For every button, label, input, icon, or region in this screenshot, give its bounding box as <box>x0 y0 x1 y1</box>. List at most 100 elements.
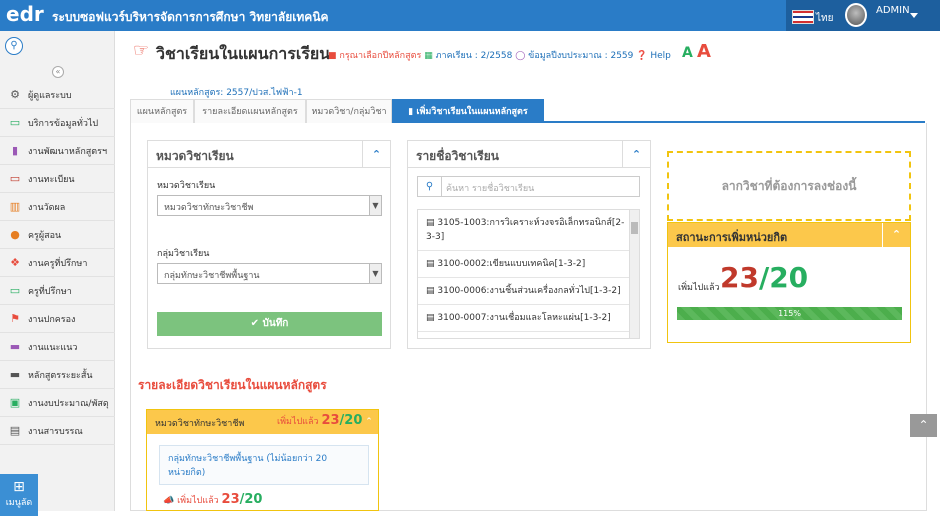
subject-item-label: 3100-0007:งานเชื่อมและโลหะแผ่น[1-3-2] <box>437 313 611 323</box>
collapse-sidebar-icon[interactable]: « <box>52 66 64 78</box>
sidebar-item-label: งานงบประมาณ/พัสดุ <box>28 398 109 409</box>
tab-curriculum[interactable]: แผนหลักสูตร <box>130 99 194 123</box>
sidebar-item[interactable]: ▥ งานวัดผล <box>0 193 115 221</box>
sidebar-item[interactable]: ▭ งานทะเบียน <box>0 165 115 193</box>
quick-menu-button[interactable]: ⊞ เมนูลัด <box>0 474 38 516</box>
sidebar-item[interactable]: ● ครูผู้สอน <box>0 221 115 249</box>
sidebar-item-label: ครูที่ปรึกษา <box>28 286 72 297</box>
calendar-icon: ▦ <box>424 51 433 61</box>
tab-add-subjects[interactable]: ▮ เพิ่มวิชาเรียนในแผนหลักสูตร <box>392 99 544 123</box>
save-button[interactable]: ✔ บันทึก <box>157 312 382 336</box>
chevron-up-icon[interactable]: ⌃ <box>362 141 390 168</box>
book-icon: ▤ <box>426 259 438 269</box>
user-name[interactable]: ADMIN <box>876 5 910 16</box>
category-label: หมวดวิชาเรียน <box>157 181 216 191</box>
sidebar-item[interactable]: ▭ ครูที่ปรึกษา <box>0 277 115 305</box>
user-icon: ● <box>10 227 20 241</box>
laptop-icon: ▭ <box>9 283 21 297</box>
sidebar-item-label: ผู้ดูแลระบบ <box>28 90 72 101</box>
sidebar-item[interactable]: ▭ บริการข้อมูลทั่วไป <box>0 109 115 137</box>
subject-item[interactable]: ▤ 3105-1003:การวิเคราะห์วงจรอิเล็กทรอนิก… <box>418 210 639 251</box>
search-placeholder: ค้นหา รายชื่อวิชาเรียน <box>446 184 535 194</box>
drop-zone[interactable]: ลากวิชาที่ต้องการลงช่องนี้ <box>667 151 911 221</box>
subject-item-label: 3100-0002:เขียนแบบเทคนิค[1-3-2] <box>437 259 586 269</box>
subject-item[interactable]: ▤ 3100-0002:เขียนแบบเทคนิค[1-3-2] <box>418 251 639 278</box>
hand-pointer-icon: ☞ <box>133 40 150 61</box>
briefcase-icon: ▬ <box>9 367 21 381</box>
help-icon: ❓ <box>636 51 648 61</box>
added-label: เพิ่มไปแล้ว <box>678 283 720 293</box>
help-link[interactable]: Help <box>650 51 671 61</box>
sidebar-item[interactable]: ⚑ งานปกครอง <box>0 305 115 333</box>
subject-item[interactable]: ▤ 3100-0006:งานชิ้นส่วนเครื่องกลทั่วไป[1… <box>418 278 639 305</box>
font-size-large-button[interactable]: A <box>697 41 711 62</box>
search-icon: ⚲ <box>418 177 442 196</box>
semester-label: ภาคเรียน : 2/2558 <box>435 51 513 61</box>
language-label[interactable]: ไทย <box>816 11 833 26</box>
scroll-to-top-button[interactable]: ⌃ <box>910 414 937 437</box>
dropdown-arrow-icon: ▼ <box>369 264 381 283</box>
category-select[interactable]: หมวดวิชาทักษะวิชาชีพ ▼ <box>157 195 382 216</box>
sidebar-item[interactable]: ❖ งานครูที่ปรึกษา <box>0 249 115 277</box>
scrollbar[interactable] <box>629 210 639 338</box>
sidebar-item-label: งานแนะแนว <box>28 342 78 353</box>
book-icon: ▤ <box>426 218 438 228</box>
credit-count: 23/20 <box>720 261 808 294</box>
subject-list[interactable]: ▤ 3105-1003:การวิเคราะห์วงจรอิเล็กทรอนิก… <box>417 209 640 339</box>
credit-status-title: สถานะการเพิ่มหน่วยกิต ⌃ <box>668 223 910 247</box>
tab-curriculum-details[interactable]: รายละเอียดแผนหลักสูตร <box>194 99 306 123</box>
credit-status-panel: สถานะการเพิ่มหน่วยกิต ⌃ เพิ่มไปแล้ว 23/2… <box>667 222 911 343</box>
top-bar: edr ระบบซอฟแวร์บริหารจัดการการศึกษา วิทย… <box>0 0 940 31</box>
credit-required: 20 <box>769 261 809 294</box>
avatar[interactable] <box>845 3 867 27</box>
font-size-small-button[interactable]: A <box>682 45 693 61</box>
save-label: บันทึก <box>262 318 289 329</box>
chevron-up-icon[interactable]: ⌃ <box>882 223 910 247</box>
book-icon: ■ <box>328 51 337 61</box>
screen-icon: ▭ <box>9 171 21 185</box>
archive-icon: ▤ <box>9 423 21 437</box>
money-icon: ▣ <box>9 395 21 409</box>
page-title: วิชาเรียนในแผนการเรียน <box>156 44 331 63</box>
subgroup-label[interactable]: กลุ่มทักษะวิชาชีพพื้นฐาน (ไม่น้อยกว่า 20… <box>159 445 369 485</box>
sidebar-item[interactable]: ▮ งานพัฒนาหลักสูตรฯ <box>0 137 115 165</box>
sidebar: ⚲ « ⚙ ผู้ดูแลระบบ ▭ บริการข้อมูลทั่วไป ▮ งานพ… <box>0 31 115 516</box>
dropdown-arrow-icon: ▼ <box>369 196 381 215</box>
app-logo: edr <box>6 3 44 25</box>
chevron-down-icon[interactable] <box>910 13 918 18</box>
sidebar-item[interactable]: ▬ งานแนะแนว <box>0 333 115 361</box>
search-icon[interactable]: ⚲ <box>5 37 23 55</box>
sidebar-item-label: งานปกครอง <box>28 314 76 325</box>
group-added-label: เพิ่มไปแล้ว <box>277 417 319 427</box>
subject-item[interactable]: ▤ 3100-0007:งานเชื่อมและโลหะแผ่น[1-3-2] <box>418 305 639 332</box>
sidebar-item[interactable]: ▬ หลักสูตรระยะสั้น <box>0 361 115 389</box>
tab-subject-groups[interactable]: หมวดวิชา/กลุ่มวิชา <box>306 99 392 123</box>
curriculum-label: แผนหลักสูตร: 2557/ปวส.ไฟฟ้า-1 <box>170 88 303 98</box>
budget-year-label: ข้อมูลปีงบประมาณ : 2559 <box>528 51 634 61</box>
sidebar-item[interactable]: ▤ งานสารบรรณ <box>0 417 115 445</box>
subject-search-input[interactable]: ⚲ ค้นหา รายชื่อวิชาเรียน <box>417 176 640 197</box>
sidebar-item-label: งานวัดผล <box>28 202 66 213</box>
choose-curriculum-link[interactable]: กรุณาเลือกปีหลักสูตร <box>339 51 421 61</box>
sidebar-item-label: งานพัฒนาหลักสูตรฯ <box>28 146 107 157</box>
subject-panel: รายชื่อวิชาเรียน ⌃ ⚲ ค้นหา รายชื่อวิชาเร… <box>407 140 651 349</box>
monitor-icon: ▭ <box>9 115 21 129</box>
book-icon: ▮ <box>11 143 19 157</box>
tab-bar: แผนหลักสูตร รายละเอียดแผนหลักสูตร หมวดวิ… <box>130 99 925 123</box>
cog-icon: ⚙ <box>10 87 20 101</box>
sidebar-item[interactable]: ▣ งานงบประมาณ/พัสดุ <box>0 389 115 417</box>
category-panel-title: หมวดวิชาเรียน <box>148 141 390 168</box>
briefcase-icon: ▬ <box>9 339 21 353</box>
credit-separator: / <box>758 261 770 294</box>
sidebar-item-label: งานครูที่ปรึกษา <box>28 258 88 269</box>
group-select[interactable]: กลุ่มทักษะวิชาชีพพื้นฐาน ▼ <box>157 263 382 284</box>
megaphone-icon: 📣 <box>163 496 175 506</box>
chevron-up-icon[interactable]: ⌃ <box>622 141 650 168</box>
sidebar-item-label: ครูผู้สอน <box>28 230 62 241</box>
scrollbar-thumb[interactable] <box>631 222 638 234</box>
chevron-up-icon[interactable]: ⌃ <box>360 410 378 434</box>
subgroup-added-count: 23 <box>221 492 240 507</box>
sidebar-item[interactable]: ⚙ ผู้ดูแลระบบ <box>0 81 115 109</box>
thai-flag-icon[interactable] <box>792 10 814 24</box>
group-added: เพิ่มไปแล้ว 23/20 <box>277 413 362 428</box>
